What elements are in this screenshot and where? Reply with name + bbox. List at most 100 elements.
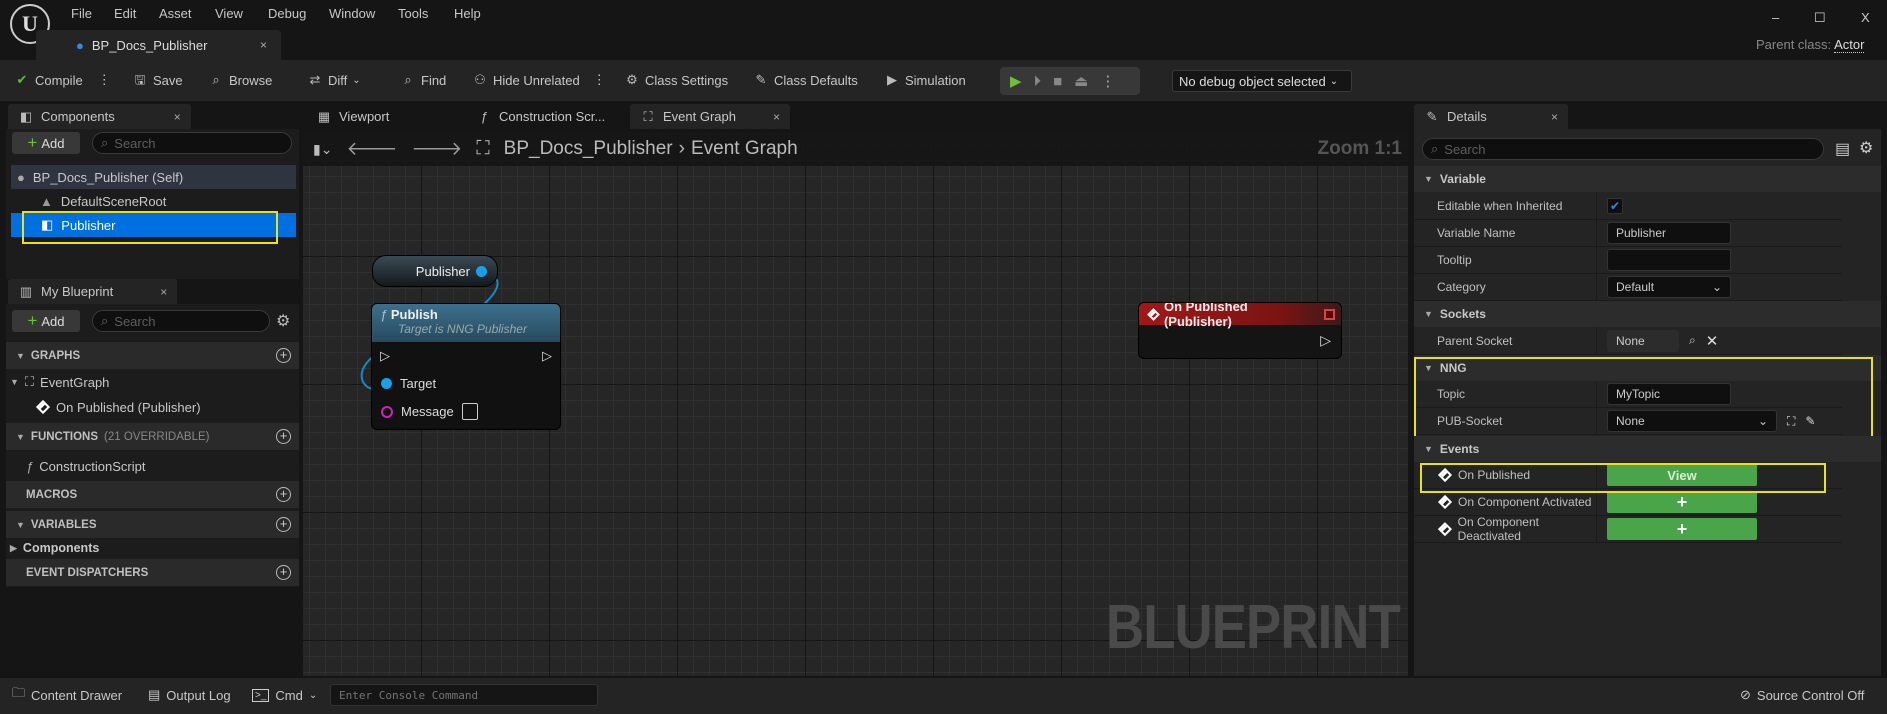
- menu-help[interactable]: Help: [454, 6, 481, 21]
- menu-debug[interactable]: Debug: [268, 6, 306, 21]
- tab-viewport[interactable]: ▦ Viewport: [306, 104, 399, 129]
- graph-item-on-published[interactable]: On Published (Publisher): [35, 395, 201, 419]
- output-log-button[interactable]: ▤ Output Log: [148, 680, 231, 710]
- details-search-input[interactable]: [1444, 141, 1758, 157]
- debug-object-dropdown[interactable]: No debug object selected ⌄: [1172, 70, 1352, 92]
- graph-item-eventgraph[interactable]: ▼ ⛶ EventGraph: [10, 370, 109, 394]
- actor-icon: ●: [17, 169, 25, 185]
- tooltip-input[interactable]: [1607, 249, 1731, 271]
- menu-asset[interactable]: Asset: [159, 6, 192, 21]
- tab-details[interactable]: ✎ Details ×: [1414, 104, 1568, 129]
- source-control-button[interactable]: ⊘ Source Control Off: [1740, 680, 1864, 710]
- play-icon[interactable]: ▶: [1010, 72, 1022, 90]
- function-node-publish[interactable]: ƒ Publish Target is NNG Publisher ▷ ▷ Ta…: [371, 303, 561, 430]
- add-graph-icon[interactable]: +: [276, 348, 291, 363]
- add-event-button[interactable]: +: [1607, 518, 1757, 540]
- add-blueprint-item-button[interactable]: + Add: [12, 310, 80, 332]
- tab-my-blueprint[interactable]: ▥ My Blueprint ×: [8, 279, 178, 304]
- function-item-construction-script[interactable]: ƒ ConstructionScript: [26, 454, 145, 478]
- simulation-button[interactable]: ▶ Simulation: [884, 72, 966, 88]
- exec-out-pin[interactable]: ▷: [542, 348, 552, 364]
- stop-icon[interactable]: ■: [1053, 73, 1062, 90]
- function-icon: ƒ: [480, 108, 488, 124]
- parent-socket-value: None: [1607, 329, 1679, 352]
- menu-edit[interactable]: Edit: [114, 6, 136, 21]
- parent-class-link[interactable]: Actor: [1834, 37, 1865, 53]
- details-search[interactable]: ⌕: [1422, 138, 1824, 160]
- find-button[interactable]: ⌕ Find: [400, 72, 446, 88]
- eject-icon[interactable]: ⏏: [1074, 72, 1088, 90]
- section-sockets[interactable]: ▼ Sockets: [1414, 301, 1881, 327]
- minimize-button[interactable]: –: [1772, 10, 1779, 25]
- section-graphs[interactable]: ▼ GRAPHS +: [6, 342, 299, 369]
- object-pin[interactable]: [476, 265, 487, 277]
- add-function-icon[interactable]: +: [276, 429, 291, 444]
- hide-unrelated-button[interactable]: ⚇ Hide Unrelated ⋮: [472, 72, 606, 88]
- add-component-button[interactable]: + Add: [12, 132, 80, 154]
- section-event-dispatchers[interactable]: EVENT DISPATCHERS +: [6, 559, 299, 586]
- tab-components[interactable]: ◧ Components ×: [8, 104, 191, 129]
- content-drawer-button[interactable]: 🗀 Content Drawer: [12, 680, 122, 710]
- message-input-box[interactable]: [461, 403, 478, 420]
- section-macros[interactable]: MACROS +: [6, 481, 299, 508]
- variable-node-publisher[interactable]: Publisher: [372, 255, 498, 287]
- variable-category-components[interactable]: ▶ Components: [10, 536, 99, 560]
- graph-icon: ⛶: [24, 374, 35, 389]
- compile-button[interactable]: ✔ Compile ⋮: [14, 72, 111, 88]
- class-defaults-button[interactable]: ✎ Class Defaults: [753, 72, 858, 88]
- gear-icon[interactable]: ⚙: [1859, 138, 1873, 158]
- add-event-button[interactable]: +: [1607, 491, 1757, 513]
- browse-socket-icon[interactable]: ⌕: [1689, 333, 1696, 348]
- category-combo[interactable]: Default ⌄: [1607, 276, 1731, 298]
- components-search[interactable]: ⌕: [92, 132, 292, 154]
- browse-button[interactable]: ⌕ Browse: [208, 72, 272, 88]
- event-icon: [1437, 494, 1453, 510]
- clear-icon[interactable]: ✕: [1706, 332, 1719, 350]
- section-functions[interactable]: ▼ FUNCTIONS (21 OVERRIDABLE) +: [6, 423, 299, 450]
- components-search-input[interactable]: [114, 135, 267, 151]
- add-event-dispatcher-icon[interactable]: +: [276, 565, 291, 580]
- close-tab-icon[interactable]: ×: [260, 38, 267, 52]
- section-events[interactable]: ▼ Events: [1414, 436, 1881, 462]
- save-button[interactable]: 🖫 Save: [132, 72, 182, 88]
- gear-icon[interactable]: ⚙: [276, 311, 290, 331]
- tab-construction-script[interactable]: ƒ Construction Scr...: [466, 104, 615, 129]
- menu-tools[interactable]: Tools: [398, 6, 428, 21]
- add-macro-icon[interactable]: +: [276, 487, 291, 502]
- property-matrix-icon[interactable]: ▤: [1835, 139, 1850, 159]
- section-variables[interactable]: ▼ VARIABLES +: [6, 511, 299, 538]
- editable-checkbox[interactable]: ✔: [1607, 198, 1623, 214]
- message-pin[interactable]: [381, 405, 393, 418]
- tree-item-default-scene-root[interactable]: ▲ DefaultSceneRoot: [40, 189, 166, 213]
- function-icon: ƒ: [26, 458, 34, 474]
- menu-file[interactable]: File: [71, 6, 92, 21]
- tab-event-graph[interactable]: ⛶ Event Graph ×: [630, 104, 790, 129]
- my-blueprint-search[interactable]: ⌕: [92, 310, 270, 332]
- step-icon[interactable]: ⏵: [1034, 73, 1042, 90]
- exec-in-pin[interactable]: ▷: [380, 348, 390, 364]
- hide-unrelated-icon: ⚇: [474, 72, 486, 87]
- prop-parent-socket: Parent Socket None ⌕ ✕: [1414, 327, 1842, 355]
- event-node-on-published[interactable]: On Published (Publisher) ▷: [1138, 302, 1342, 359]
- more-icon[interactable]: ⋮: [1100, 72, 1115, 90]
- section-variable[interactable]: ▼ Variable: [1414, 166, 1881, 192]
- console-command-field[interactable]: [330, 684, 598, 706]
- cmd-dropdown[interactable]: >_ Cmd ⌄: [252, 680, 317, 710]
- variable-name-input[interactable]: Publisher: [1607, 222, 1731, 244]
- target-pin[interactable]: [381, 378, 392, 389]
- class-settings-button[interactable]: ⚙ Class Settings: [624, 72, 728, 88]
- menu-view[interactable]: View: [215, 6, 243, 21]
- menu-window[interactable]: Window: [329, 6, 375, 21]
- add-variable-icon[interactable]: +: [276, 517, 291, 532]
- tree-item-self[interactable]: ● BP_Docs_Publisher (Self): [11, 165, 296, 189]
- exec-out-pin[interactable]: ▷: [1320, 332, 1331, 349]
- source-control-off-icon: ⊘: [1740, 687, 1751, 702]
- console-command-input[interactable]: [339, 688, 597, 702]
- diff-button[interactable]: ⇄ Diff ⌄: [307, 72, 361, 88]
- maximize-button[interactable]: ☐: [1814, 10, 1826, 26]
- highlight-box-publisher: [22, 211, 278, 244]
- document-tab-bp[interactable]: ● BP_Docs_Publisher ×: [36, 30, 281, 60]
- delegate-pin[interactable]: [1324, 308, 1336, 320]
- close-window-button[interactable]: X: [1861, 10, 1870, 25]
- my-blueprint-search-input[interactable]: [114, 313, 249, 329]
